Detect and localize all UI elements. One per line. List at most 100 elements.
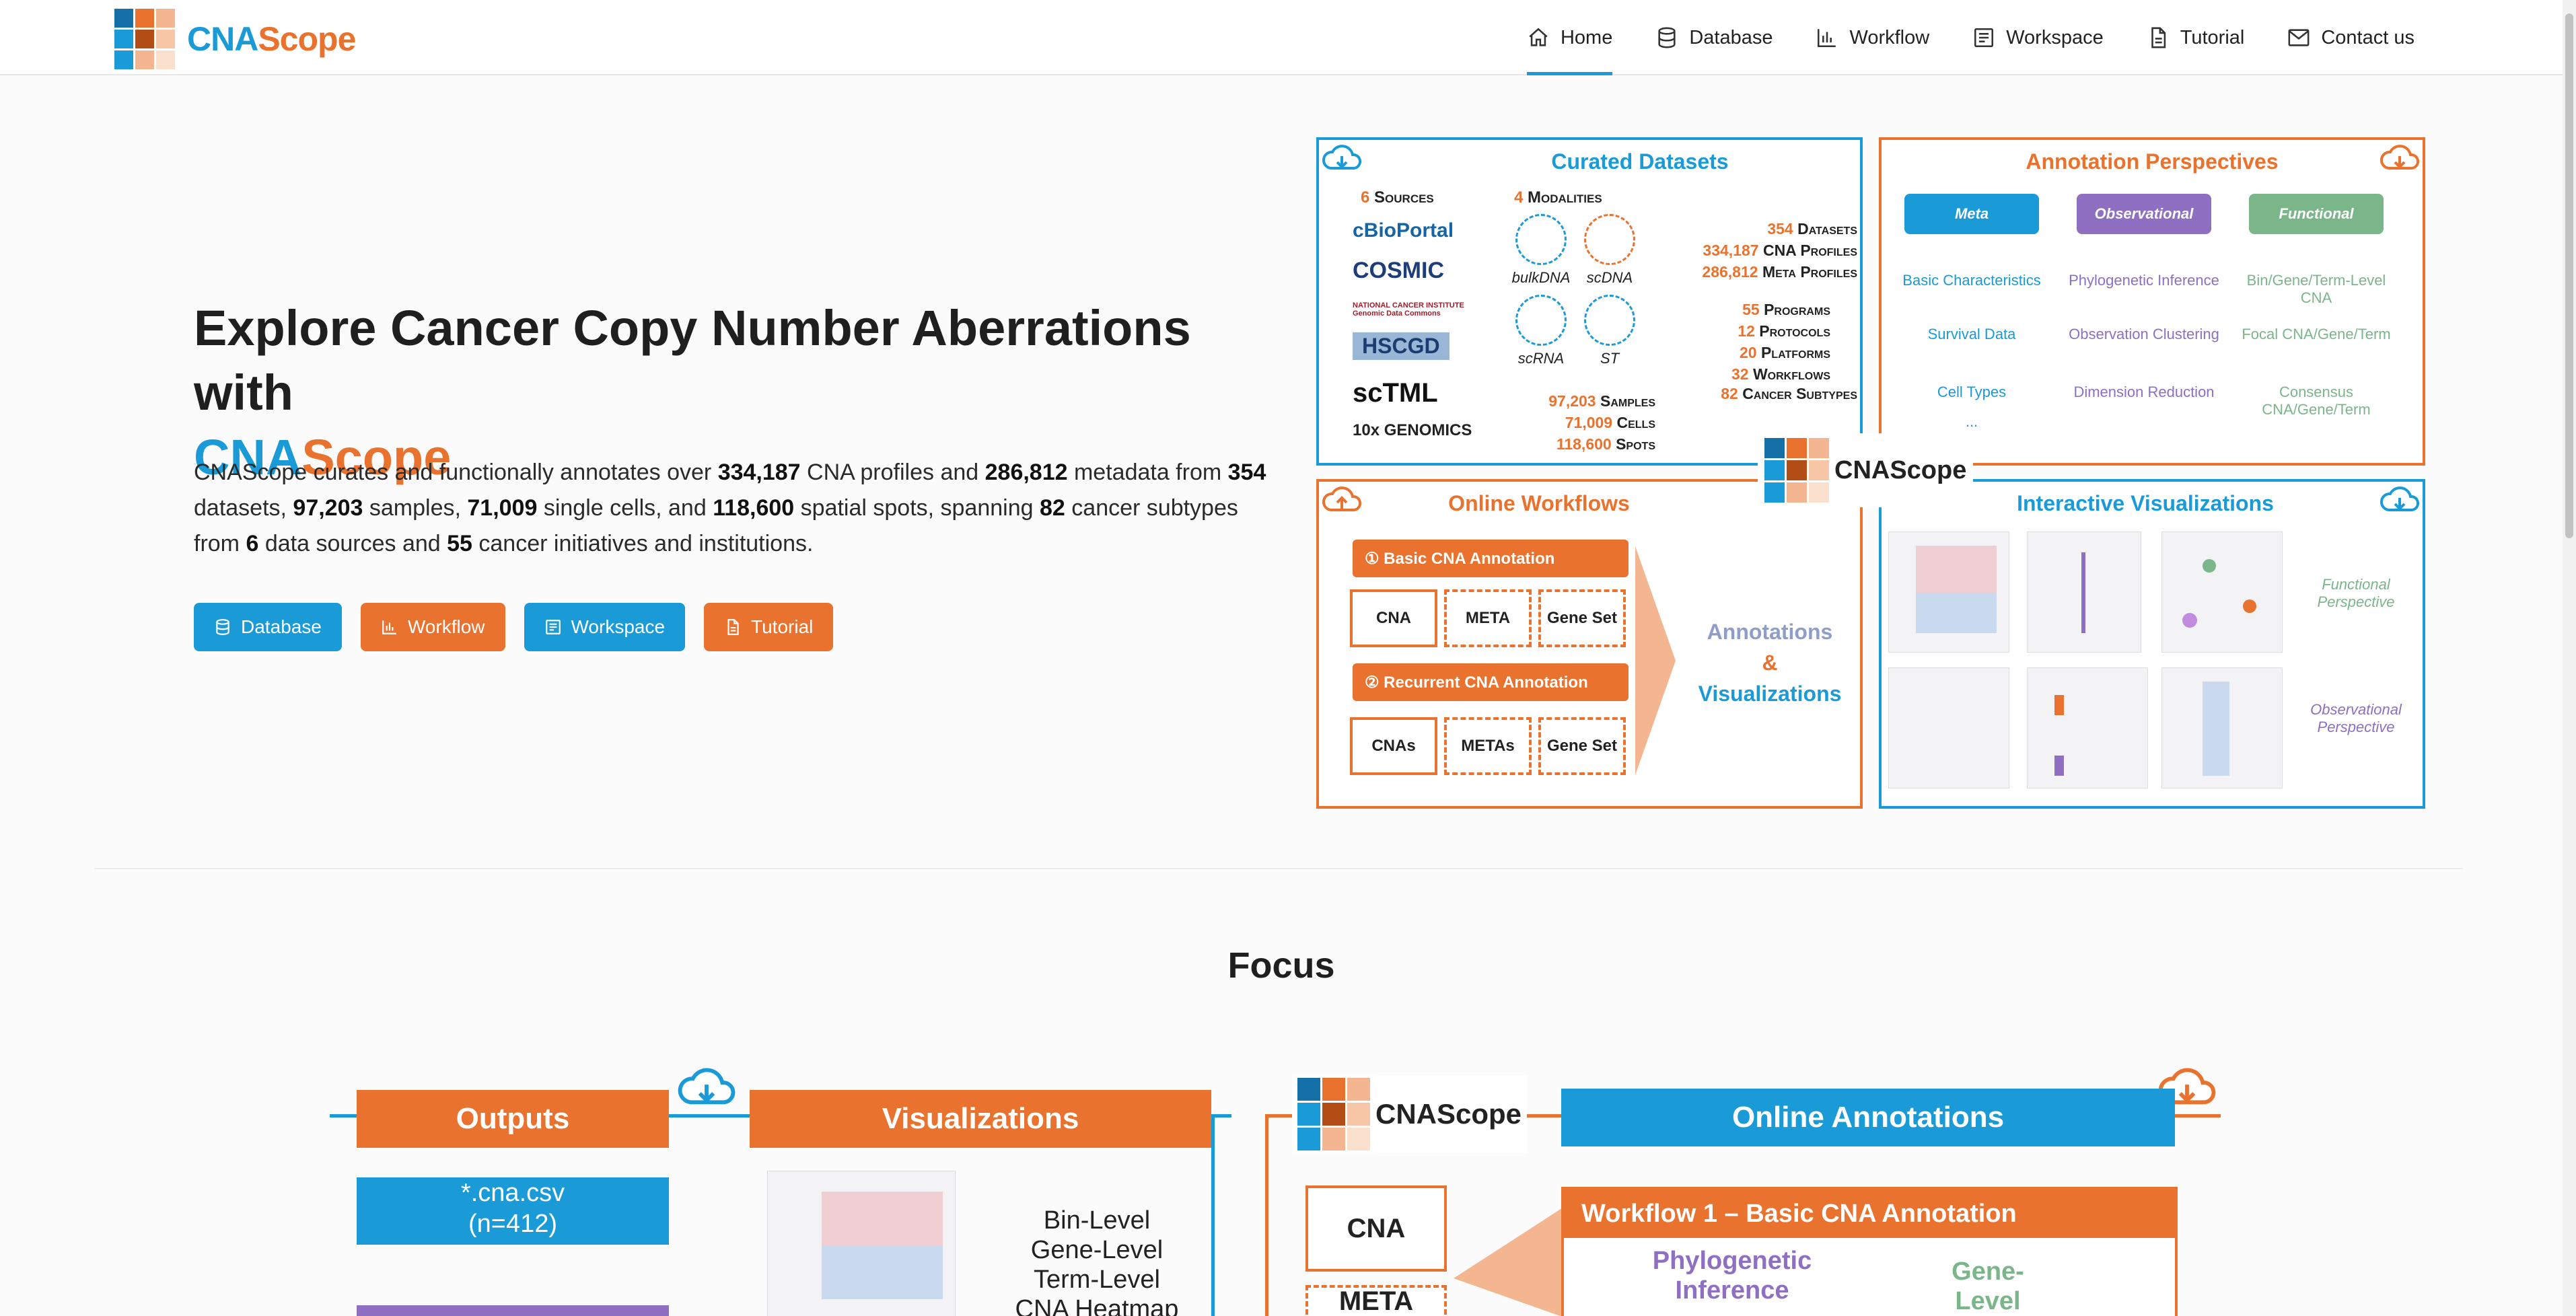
workspace-icon <box>1974 28 1994 48</box>
online-workflows-title: Online Workflows <box>1448 491 1630 515</box>
overview-figure: Curated Datasets 6 Sources 4 Modalities … <box>1316 137 2427 810</box>
nav-home-label: Home <box>1560 26 1613 48</box>
page: { "brand": {"name_a": "CNA", "name_b": "… <box>0 0 2576 1316</box>
scrollbar-thumb[interactable] <box>2565 13 2573 538</box>
meta-item: Cell Types <box>1937 383 2007 400</box>
nav-workflow[interactable]: Workflow <box>1816 0 1929 75</box>
sources-count: 6 Sources <box>1361 188 1434 207</box>
section-divider <box>94 868 2463 869</box>
center-logo: CNAScope <box>1758 433 1974 507</box>
heatmap-thumbnail <box>1888 532 2009 653</box>
nav-workflow-label: Workflow <box>1849 26 1930 48</box>
functional-item: Focal CNA/Gene/Term <box>2242 326 2391 342</box>
nav-database[interactable]: Database <box>1655 0 1773 75</box>
center-logo-text: CNAScope <box>1834 455 1967 484</box>
gene-set-doc: Gene Set <box>1538 589 1626 647</box>
meta-chip: Meta <box>1904 194 2039 234</box>
modality-scdna: scDNA <box>1576 214 1643 287</box>
observational-item: Dimension Reduction <box>2073 383 2215 400</box>
scatter-thumbnail <box>2161 532 2283 653</box>
online-annotations-header: Online Annotations <box>1561 1089 2175 1146</box>
gene-track-thumbnail <box>2161 667 2283 789</box>
connector-line <box>1265 1114 1268 1316</box>
workflow1-bar: ① Basic CNA Annotation <box>1353 540 1629 577</box>
workflow-button-label: Workflow <box>407 616 485 637</box>
focus-figure: Outputs Visualizations Online Annotation… <box>330 1050 2248 1316</box>
heatmap-thumbnail <box>767 1171 956 1316</box>
gene-set-doc: Gene Set <box>1538 717 1626 775</box>
database-button[interactable]: Database <box>194 603 342 651</box>
top-navbar: CNAScope Home Database Workflow Workspac… <box>0 0 2563 75</box>
nav-home[interactable]: Home <box>1526 0 1613 75</box>
cna-doc: CNA <box>1305 1185 1447 1272</box>
gene-level-cna-label: Gene-Level CNA <box>1952 1257 2024 1315</box>
functional-item: Bin/Gene/Term-Level CNA <box>2246 272 2386 306</box>
steps-thumbnail <box>1888 667 2009 789</box>
brand-name: CNAScope <box>187 20 356 59</box>
observational-chip: Observational <box>2077 194 2211 234</box>
modalities-count: 4 Modalities <box>1514 188 1602 207</box>
sctml-logo: scTML <box>1353 378 1438 408</box>
document-icon <box>727 619 739 635</box>
cloud-download-icon <box>678 1068 736 1105</box>
nav-workspace[interactable]: Workspace <box>1972 0 2104 75</box>
nav-contact[interactable]: Contact us <box>2287 0 2414 75</box>
curated-datasets-title: Curated Datasets <box>1551 149 1729 174</box>
workspace-button[interactable]: Workspace <box>524 603 686 651</box>
connector-line <box>1211 1114 1215 1316</box>
density-thumbnail <box>2027 667 2148 789</box>
cnascope-logo-icon <box>1297 1078 1370 1150</box>
mail-icon <box>2288 29 2310 46</box>
meta-doc: META <box>1305 1285 1447 1316</box>
functional-perspective-label: Functional Perspective <box>2317 576 2395 610</box>
outputs-header: Outputs <box>357 1090 669 1148</box>
focus-logo-text: CNAScope <box>1375 1098 1522 1130</box>
phylogenetic-inference-label: Phylogenetic Inference <box>1652 1247 1812 1305</box>
page-scrollbar[interactable] <box>2563 0 2576 1316</box>
workflow1-header: Workflow 1 – Basic CNA Annotation <box>1564 1190 2175 1238</box>
meta-item: ... <box>1965 413 1978 430</box>
stats-subtypes: 82 Cancer Subtypes <box>1721 385 1857 402</box>
nav-contact-label: Contact us <box>2321 26 2414 48</box>
hscgd-logo: HSCGD <box>1353 332 1450 360</box>
home-icon <box>1529 28 1548 46</box>
10x-genomics-logo: 10x GENOMICS <box>1353 421 1472 439</box>
tree-thumbnail <box>2027 532 2141 653</box>
nav-database-label: Database <box>1689 26 1773 48</box>
gdc-logo: NATIONAL CANCER INSTITUTE Genomic Data C… <box>1353 301 1464 318</box>
brand-name-b: Scope <box>258 20 356 58</box>
online-workflows-panel: Online Workflows ① Basic CNA Annotation … <box>1316 479 1863 809</box>
meta-doc: META <box>1444 589 1532 647</box>
cbioportal-logo: cBioPortal <box>1353 219 1454 242</box>
hero-buttons: Database Workflow Workspace Tutorial <box>194 603 834 651</box>
chart-icon <box>382 620 396 634</box>
observational-perspective-label: Observational Perspective <box>2310 701 2402 735</box>
meta-item: Basic Characteristics <box>1902 272 2041 289</box>
workspace-button-label: Workspace <box>571 616 666 637</box>
hero-description: CNAScope curates and functionally annota… <box>194 460 1266 556</box>
tutorial-button-label: Tutorial <box>751 616 814 637</box>
brand-logo-link[interactable]: CNAScope <box>114 8 356 70</box>
tutorial-button[interactable]: Tutorial <box>704 603 834 651</box>
modality-bulkdna: bulkDNA <box>1507 214 1575 287</box>
cnascope-logo-icon <box>1764 438 1829 503</box>
cna-doc: CNA <box>1350 589 1437 647</box>
focus-logo: CNAScope <box>1292 1075 1528 1153</box>
functional-chip: Functional <box>2249 194 2384 234</box>
functional-item: Consensus CNA/Gene/Term <box>2262 383 2371 418</box>
focus-title: Focus <box>1227 945 1335 986</box>
workflow-button[interactable]: Workflow <box>360 603 505 651</box>
modality-scrna: scRNA <box>1507 295 1575 367</box>
cnas-doc: CNAs <box>1350 717 1437 775</box>
workspace-icon <box>545 620 561 634</box>
stats-block-3: 97,203 Samples 71,009 Cells 118,600 Spot… <box>1548 392 1655 453</box>
cnascope-logo-icon <box>114 9 175 69</box>
brand-name-a: CNA <box>187 20 258 58</box>
curated-datasets-panel: Curated Datasets 6 Sources 4 Modalities … <box>1316 137 1863 466</box>
meta-output-file <box>357 1305 669 1316</box>
workflow2-bar: ② Recurrent CNA Annotation <box>1353 663 1629 701</box>
nav-tutorial[interactable]: Tutorial <box>2147 0 2244 75</box>
hero-title-line1: Explore Cancer Copy Number Aberrations w… <box>194 300 1191 421</box>
workflow-results: Annotations & Visualizations <box>1698 620 1842 706</box>
observational-item: Phylogenetic Inference <box>2069 272 2219 289</box>
